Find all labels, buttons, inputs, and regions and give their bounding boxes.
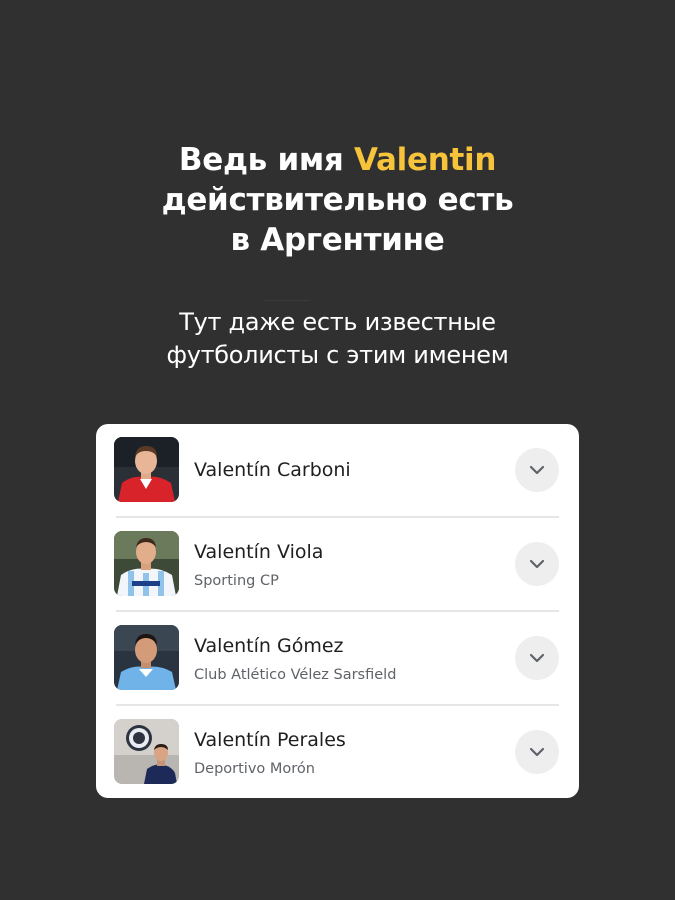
headline-line-2: действительно есть [161,182,514,218]
player-row-gomez[interactable]: Valentín Gómez Club Atlético Vélez Sarsf… [96,612,579,706]
expand-button[interactable] [515,542,559,586]
subtitle-line-2: футболисты с этим именем [166,341,509,369]
chevron-down-icon [529,653,545,663]
headline-prefix: Ведь имя [178,142,355,178]
player-name: Valentín Carboni [194,459,351,481]
headline-line-3: в Аргентине [230,222,445,258]
headline: Ведь имя Valentin действительно есть в А… [0,140,675,260]
expand-button[interactable] [515,636,559,680]
player-row-carboni[interactable]: Valentín Carboni [96,424,579,518]
expand-button[interactable] [515,448,559,492]
player-name: Valentín Viola [194,541,324,563]
player-row-viola[interactable]: Valentín Viola Sporting CP [96,518,579,612]
chevron-down-icon [529,747,545,757]
headline-line-1: Ведь имя Valentin [0,140,675,180]
player-photo-viola [114,531,179,596]
subtitle-line-1: Тут даже есть известные [179,308,496,336]
player-club: Deportivo Morón [194,761,315,777]
player-club: Club Atlético Vélez Sarsfield [194,667,397,683]
player-name: Valentín Perales [194,729,346,751]
player-row-perales[interactable]: Valentín Perales Deportivo Morón [96,706,579,798]
subtitle: Тут даже есть известные футболисты с эти… [0,306,675,372]
divider [265,300,309,301]
chevron-down-icon [529,559,545,569]
player-photo-carboni [114,437,179,502]
players-card: Valentín Carboni Valentín Viola Sporting… [96,424,579,798]
player-photo-perales [114,719,179,784]
headline-accent: Valentin [354,142,497,178]
player-club: Sporting CP [194,573,279,589]
player-photo-gomez [114,625,179,690]
player-name: Valentín Gómez [194,635,344,657]
chevron-down-icon [529,465,545,475]
expand-button[interactable] [515,730,559,774]
